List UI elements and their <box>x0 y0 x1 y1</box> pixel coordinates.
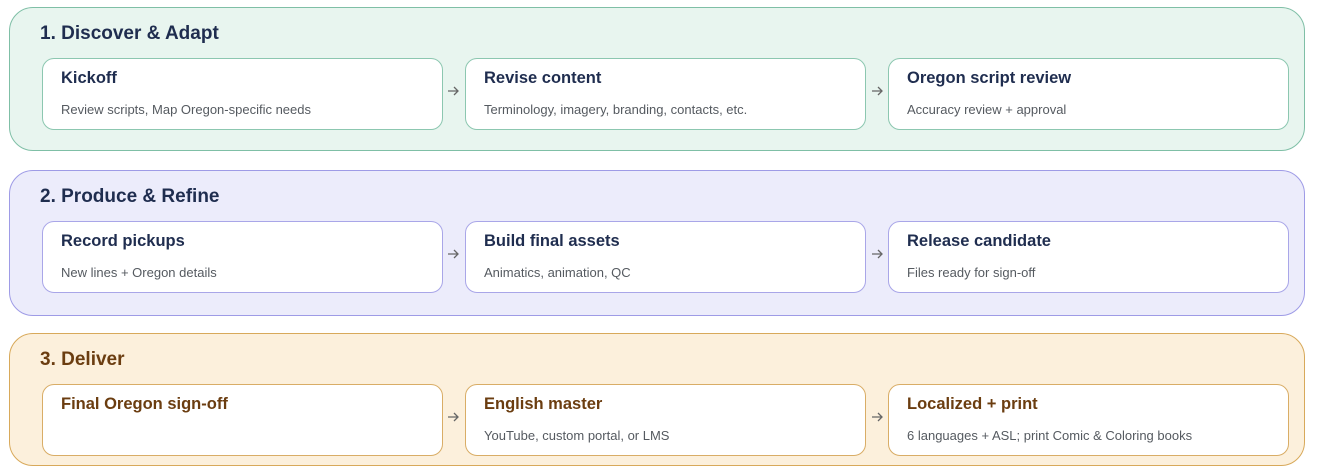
step-record-pickups-card: Record pickups New lines + Oregon detail… <box>42 221 443 293</box>
step-title: Oregon script review <box>907 69 1072 87</box>
arrow-right-icon <box>446 410 460 424</box>
step-kickoff-card: Kickoff Review scripts, Map Oregon-speci… <box>42 58 443 130</box>
phase-title: 2. Produce & Refine <box>40 186 220 207</box>
step-title: Release candidate <box>907 232 1051 250</box>
step-title: Build final assets <box>484 232 620 250</box>
step-description: New lines + Oregon details <box>61 265 217 280</box>
step-title: Kickoff <box>61 69 117 87</box>
step-title: Revise content <box>484 69 602 87</box>
step-description: Accuracy review + approval <box>907 102 1067 117</box>
step-description: Review scripts, Map Oregon-specific need… <box>61 102 311 117</box>
step-localized-print-card: Localized + print 6 languages + ASL; pri… <box>888 384 1289 456</box>
step-description: YouTube, custom portal, or LMS <box>484 428 670 443</box>
phase-produce-refine: 2. Produce & Refine Record pickups New l… <box>9 170 1305 316</box>
phase-discover-adapt: 1. Discover & Adapt Kickoff Review scrip… <box>9 7 1305 151</box>
step-description: Terminology, imagery, branding, contacts… <box>484 102 748 117</box>
step-release-candidate-card: Release candidate Files ready for sign-o… <box>888 221 1289 293</box>
step-description: 6 languages + ASL; print Comic & Colorin… <box>907 428 1193 443</box>
step-build-final-assets-card: Build final assets Animatics, animation,… <box>465 221 866 293</box>
arrow-right-icon <box>446 84 460 98</box>
step-title: Record pickups <box>61 232 185 250</box>
step-description: Animatics, animation, QC <box>484 265 631 280</box>
arrow-right-icon <box>870 84 884 98</box>
arrow-right-icon <box>446 247 460 261</box>
step-revise-content-card: Revise content Terminology, imagery, bra… <box>465 58 866 130</box>
step-title: Localized + print <box>907 395 1038 413</box>
arrow-right-icon <box>870 247 884 261</box>
step-final-oregon-sign-off-card: Final Oregon sign-off <box>42 384 443 456</box>
step-english-master-card: English master YouTube, custom portal, o… <box>465 384 866 456</box>
phase-deliver: 3. Deliver Final Oregon sign-off English… <box>9 333 1305 466</box>
step-oregon-script-review-card: Oregon script review Accuracy review + a… <box>888 58 1289 130</box>
step-title: Final Oregon sign-off <box>61 395 228 413</box>
step-title: English master <box>484 395 603 413</box>
phase-title: 1. Discover & Adapt <box>40 23 219 44</box>
phase-title: 3. Deliver <box>40 349 125 370</box>
step-description: Files ready for sign-off <box>907 265 1036 280</box>
arrow-right-icon <box>870 410 884 424</box>
